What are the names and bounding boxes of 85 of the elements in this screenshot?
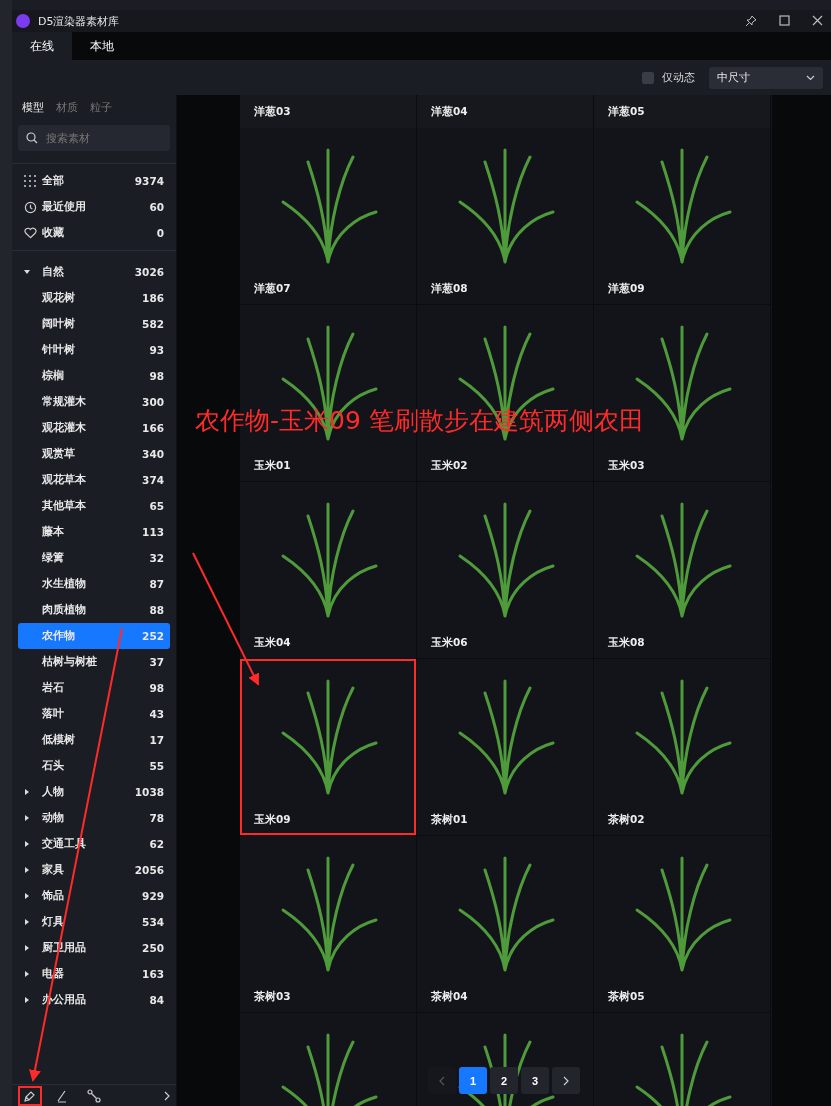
caret-right-icon [24,971,30,977]
heart-icon [24,227,37,239]
category-group[interactable]: 人物 1038 [18,779,170,805]
quick-filter-item[interactable]: 收藏 0 [18,220,170,246]
asset-label: 茶树05 [608,990,645,1004]
page-button[interactable]: 2 [490,1067,518,1094]
asset-label: 玉米09 [254,813,291,827]
clock-icon [24,200,37,214]
asset-label: 洋葱08 [431,282,468,296]
tab[interactable]: 在线 [12,32,72,60]
category-item[interactable]: 棕榈 98 [18,363,170,389]
category-item[interactable]: 石头 55 [18,753,170,779]
category-item[interactable]: 落叶 43 [18,701,170,727]
page-button[interactable]: 3 [521,1067,549,1094]
asset-label: 洋葱09 [608,282,645,296]
caret-right-icon [24,893,30,899]
category-item[interactable]: 观花灌木 166 [18,415,170,441]
category-group[interactable]: 自然 3026 [18,259,170,285]
chevron-right-icon[interactable] [164,1090,170,1101]
page-button[interactable]: 1 [459,1067,487,1094]
chevron-down-icon [806,74,815,81]
asset-label: 茶树02 [608,813,645,827]
search-field[interactable]: 搜索素材 [44,125,170,151]
category-group[interactable]: 动物 78 [18,805,170,831]
checkbox-label: 仅动态 [662,70,695,85]
caret-right-icon [24,867,30,873]
type-tab[interactable]: 粒子 [90,101,112,121]
category-item[interactable]: 藤本 113 [18,519,170,545]
asset-label: 茶树04 [431,990,468,1004]
size-dropdown[interactable]: 中尺寸 [709,66,823,89]
category-item[interactable]: 观花草本 374 [18,467,170,493]
asset-label: 玉米03 [608,459,645,473]
type-tab[interactable]: 模型 [22,101,44,121]
asset-label: 茶树03 [254,990,291,1004]
category-group[interactable]: 家具 2056 [18,857,170,883]
close-icon[interactable] [812,15,823,26]
quick-filter-item[interactable]: 最近使用 60 [18,194,170,220]
logo-icon [16,14,30,28]
asset-label: 玉米01 [254,459,291,473]
category-item[interactable]: 常规灌木 300 [18,389,170,415]
tool-button[interactable] [18,1085,42,1106]
asset-label: 洋葱04 [417,95,594,128]
quick-filter-item[interactable]: 全部 9374 [18,168,170,194]
caret-down-icon [24,269,30,275]
tab[interactable]: 本地 [72,32,132,60]
asset-label: 玉米08 [608,636,645,650]
next-page-button[interactable] [552,1067,580,1094]
asset-label: 洋葱07 [254,282,291,296]
path-icon [87,1088,101,1103]
checkbox[interactable] [642,71,654,84]
search-box[interactable]: 搜索素材 [18,125,170,151]
category-item[interactable]: 岩石 98 [18,675,170,701]
search-icon [26,132,38,144]
category-item[interactable]: 肉质植物 88 [18,597,170,623]
asset-label: 洋葱03 [240,95,417,128]
maximize-icon[interactable] [779,15,790,26]
type-tab[interactable]: 材质 [56,101,78,121]
pen-icon [56,1088,68,1103]
pin-icon[interactable] [745,15,757,27]
asset-label: 洋葱05 [594,95,771,128]
category-item[interactable]: 针叶树 93 [18,337,170,363]
window-title: D5渲染器素材库 [38,13,121,29]
category-item[interactable]: 观赏草 340 [18,441,170,467]
category-item[interactable]: 观花树 186 [18,285,170,311]
category-item[interactable]: 其他草本 65 [18,493,170,519]
chevron-left-icon [439,1075,445,1086]
category-group[interactable]: 灯具 534 [18,909,170,935]
category-item[interactable]: 低模树 17 [18,727,170,753]
caret-right-icon [24,919,30,925]
caret-right-icon [24,789,30,795]
asset-label: 玉米04 [254,636,291,650]
category-item[interactable]: 水生植物 87 [18,571,170,597]
caret-right-icon [24,841,30,847]
category-item[interactable]: 绿篱 32 [18,545,170,571]
category-group[interactable]: 饰品 929 [18,883,170,909]
asset-label: 茶树01 [431,813,468,827]
category-item[interactable]: 枯树与树桩 37 [18,649,170,675]
asset-label: 玉米06 [431,636,468,650]
asset-label: 玉米02 [431,459,468,473]
caret-right-icon [24,997,30,1003]
caret-right-icon [24,945,30,951]
category-item[interactable]: 阔叶树 582 [18,311,170,337]
grid-icon [24,175,36,187]
chevron-right-icon [563,1075,569,1086]
caret-right-icon [24,815,30,821]
